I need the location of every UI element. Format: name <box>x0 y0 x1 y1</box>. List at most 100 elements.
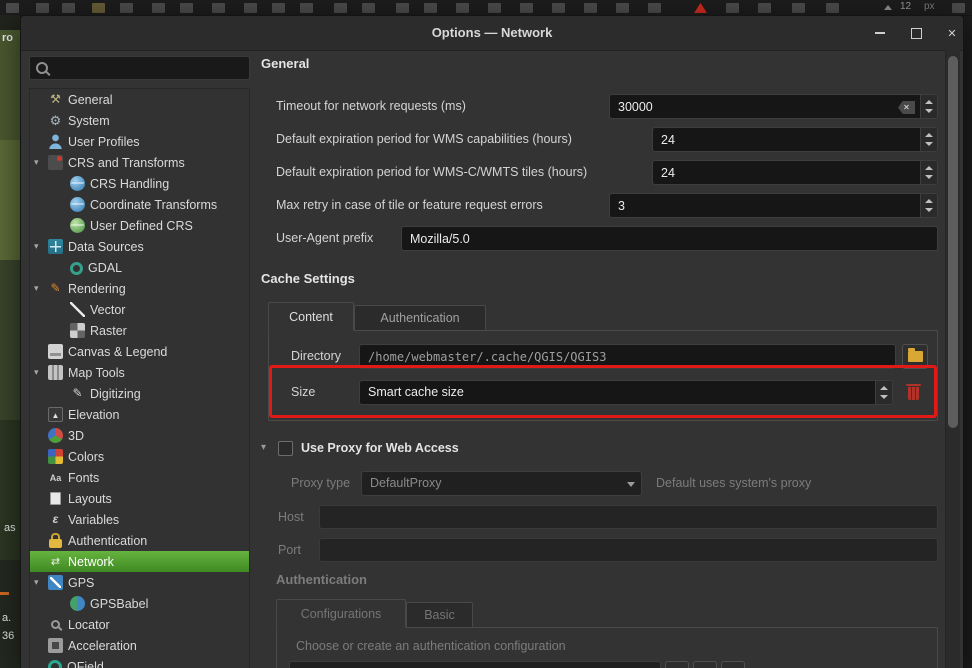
toolbar-icon[interactable] <box>212 3 225 13</box>
sidebar-item-authentication[interactable]: Authentication <box>30 530 249 551</box>
user-agent-input[interactable] <box>401 226 938 251</box>
sidebar-item-data-sources[interactable]: Data Sources <box>30 236 249 257</box>
clear-cache-button[interactable] <box>901 381 925 405</box>
tab-content[interactable]: Content <box>268 302 354 331</box>
toolbar-icon[interactable] <box>92 3 105 13</box>
sidebar-item-user-profiles[interactable]: User Profiles <box>30 131 249 152</box>
spinner-control[interactable] <box>920 128 937 151</box>
use-proxy-checkbox[interactable] <box>278 441 293 456</box>
toolbar-icon[interactable] <box>396 3 409 13</box>
timeout-input[interactable] <box>610 95 919 118</box>
spin-down-icon[interactable] <box>925 175 933 179</box>
sidebar-item-raster[interactable]: Raster <box>30 320 249 341</box>
proxy-type-combo[interactable]: DefaultProxy <box>361 471 642 496</box>
expand-caret-icon[interactable] <box>34 157 48 168</box>
spin-down-icon[interactable] <box>925 208 933 212</box>
spinner-control[interactable] <box>920 194 937 217</box>
auth-remove-button[interactable] <box>721 661 745 668</box>
spin-down-icon[interactable] <box>925 142 933 146</box>
sidebar-item-user-defined-crs[interactable]: User Defined CRS <box>30 215 249 236</box>
wmts-expiry-input[interactable] <box>653 161 919 184</box>
sidebar-item-elevation[interactable]: Elevation <box>30 404 249 425</box>
sidebar-item-canvas-legend[interactable]: Canvas & Legend <box>30 341 249 362</box>
toolbar-icon[interactable] <box>152 3 165 13</box>
toolbar-icon[interactable] <box>36 3 49 13</box>
maximize-button[interactable] <box>902 20 930 46</box>
tab-configurations[interactable]: Configurations <box>276 599 406 628</box>
toolbar-icon[interactable] <box>180 3 193 13</box>
sidebar-item-map-tools[interactable]: Map Tools <box>30 362 249 383</box>
max-retry-input[interactable] <box>610 194 919 217</box>
toolbar-icon[interactable] <box>120 3 133 13</box>
sidebar-item-gdal[interactable]: GDAL <box>30 257 249 278</box>
sidebar-item-crs-and-transforms[interactable]: CRS and Transforms <box>30 152 249 173</box>
expand-caret-icon[interactable] <box>34 577 48 588</box>
scrollbar-handle[interactable] <box>948 56 958 428</box>
expand-caret-icon[interactable] <box>34 367 48 378</box>
toolbar-icon[interactable] <box>362 3 375 13</box>
expand-caret-icon[interactable] <box>34 283 48 294</box>
content-scrollbar[interactable] <box>945 50 960 668</box>
auth-edit-button[interactable] <box>693 661 717 668</box>
toolbar-icon[interactable] <box>456 3 469 13</box>
close-button[interactable] <box>938 20 964 46</box>
toolbar-icon[interactable] <box>488 3 501 13</box>
toolbar-icon[interactable] <box>616 3 629 13</box>
sidebar-item-digitizing[interactable]: Digitizing <box>30 383 249 404</box>
auth-config-combo[interactable] <box>289 661 661 668</box>
spin-up-icon[interactable] <box>925 133 933 137</box>
toolbar-icon[interactable] <box>952 3 965 13</box>
scroll-up-icon[interactable] <box>884 5 892 10</box>
toolbar-icon[interactable] <box>758 3 771 13</box>
sidebar-item-crs-handling[interactable]: CRS Handling <box>30 173 249 194</box>
toolbar-icon[interactable] <box>648 3 661 13</box>
collapse-caret-icon[interactable]: ▾ <box>261 442 266 453</box>
expand-caret-icon[interactable] <box>34 241 48 252</box>
spinner-control[interactable] <box>920 161 937 184</box>
sidebar-item-gps[interactable]: GPS <box>30 572 249 593</box>
toolbar-icon[interactable] <box>6 3 19 13</box>
minimize-button[interactable] <box>866 20 894 46</box>
spin-up-icon[interactable] <box>880 386 888 390</box>
spin-down-icon[interactable] <box>925 109 933 113</box>
tab-basic[interactable]: Basic <box>406 602 473 628</box>
sidebar-item-fonts[interactable]: Fonts <box>30 467 249 488</box>
settings-search-input[interactable] <box>56 58 246 80</box>
flag-icon[interactable] <box>694 3 707 13</box>
spin-up-icon[interactable] <box>925 199 933 203</box>
spin-up-icon[interactable] <box>925 166 933 170</box>
spin-down-icon[interactable] <box>880 395 888 399</box>
cache-directory-input[interactable] <box>359 344 896 369</box>
toolbar-icon[interactable] <box>520 3 533 13</box>
sidebar-item-colors[interactable]: Colors <box>30 446 249 467</box>
toolbar-icon[interactable] <box>584 3 597 13</box>
host-input[interactable] <box>319 505 938 529</box>
auth-add-button[interactable] <box>665 661 689 668</box>
toolbar-icon[interactable] <box>424 3 437 13</box>
sidebar-item-layouts[interactable]: Layouts <box>30 488 249 509</box>
toolbar-icon[interactable] <box>552 3 565 13</box>
sidebar-item-qfield[interactable]: QField <box>30 656 249 668</box>
browse-folder-button[interactable] <box>902 344 928 369</box>
sidebar-item-rendering[interactable]: Rendering <box>30 278 249 299</box>
sidebar-item-general[interactable]: General <box>30 89 249 110</box>
spin-up-icon[interactable] <box>925 100 933 104</box>
sidebar-item-vector[interactable]: Vector <box>30 299 249 320</box>
sidebar-item-acceleration[interactable]: Acceleration <box>30 635 249 656</box>
sidebar-item-locator[interactable]: Locator <box>30 614 249 635</box>
sidebar-item-variables[interactable]: Variables <box>30 509 249 530</box>
toolbar-icon[interactable] <box>300 3 313 13</box>
toolbar-icon[interactable] <box>792 3 805 13</box>
toolbar-icon[interactable] <box>826 3 839 13</box>
toolbar-icon[interactable] <box>334 3 347 13</box>
dialog-titlebar[interactable]: Options — Network <box>21 16 963 51</box>
spinner-control[interactable] <box>920 95 937 118</box>
toolbar-icon[interactable] <box>244 3 257 13</box>
spinner-control[interactable] <box>875 381 892 404</box>
sidebar-item-coordinate-transforms[interactable]: Coordinate Transforms <box>30 194 249 215</box>
toolbar-icon[interactable] <box>726 3 739 13</box>
sidebar-item-system[interactable]: System <box>30 110 249 131</box>
port-input[interactable] <box>319 538 938 562</box>
sidebar-item-3d[interactable]: 3D <box>30 425 249 446</box>
wms-expiry-input[interactable] <box>653 128 919 151</box>
